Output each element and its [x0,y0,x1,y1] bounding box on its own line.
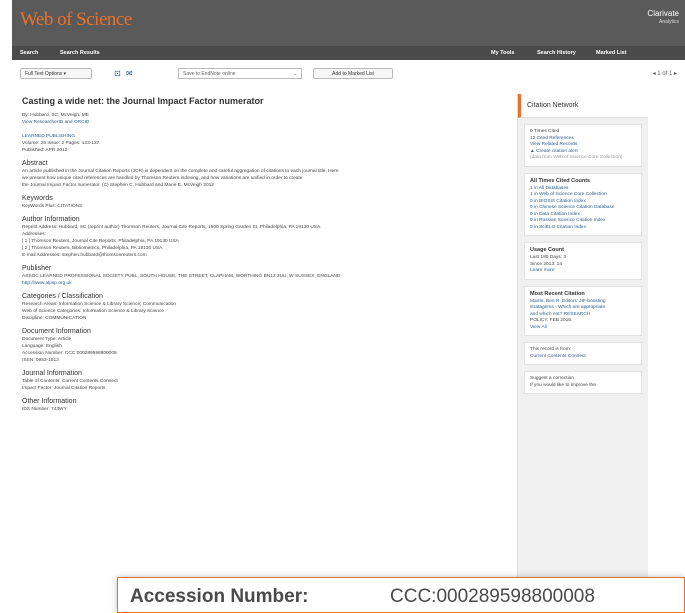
volume-info: Volume: 25 Issue: 2 Pages: 133-137 [22,141,100,146]
chevron-down-icon: ⌄ [292,71,297,77]
record-pager[interactable]: ◂ 1 of 1 ▸ [653,70,677,77]
callout-value: CCC:000289598800008 [390,586,595,607]
all-counts-box: All Times Cited Counts 1 in All Database… [524,172,642,236]
published-date: Published: APR 2012 [22,148,68,153]
other-info-heading: Other Information [22,398,77,405]
ids-number: IDS Number: 743WY [22,407,67,412]
view-all-link[interactable]: View All [530,325,636,332]
abstract-line: An article published in the Journal Cita… [22,169,339,174]
view-researcher-link[interactable]: View ResearcherID and ORCID [22,119,512,126]
impact-factor[interactable]: Impact Factor: Journal Citation Reports [22,385,512,392]
citation-sidebar: Citation Network 0 Times Cited 12 Cited … [517,94,648,613]
learn-more-link[interactable]: Learn more [530,268,636,275]
abstract-heading: Abstract [22,160,48,167]
author-info-heading: Author Information [22,216,80,223]
record-from-link[interactable]: Current Contents Connect [530,354,636,361]
issn: ISSN: 0953-1513 [22,358,59,363]
brand-sub: Analytics [658,19,679,25]
accession-number: Accession Number: CCC:000289598800008 [22,351,117,356]
wos-categories: Web of Science Categories: Information S… [22,309,165,314]
publisher-address: ASSOC LEARNED PROFESSIONAL SOCIETY PUBL,… [22,274,341,279]
record-detail: Casting a wide net: the Journal Impact F… [22,92,512,413]
nav-marked-list[interactable]: Marked List [596,50,627,56]
nav-my-tools[interactable]: My Tools [491,50,514,56]
abstract-line: we present how unique cited references a… [22,176,303,181]
sub-navigation: Search Search Results My Tools Search Hi… [12,46,685,60]
nav-search-history[interactable]: Search History [537,50,576,56]
brand-name: Clarivate [647,9,679,18]
publisher-link[interactable]: http://www.alpsp.org.uk [22,280,512,287]
authors[interactable]: By: Hubbard, SC; McVeigh, ME [22,112,512,119]
keywords-heading: Keywords [22,195,53,202]
discipline: Discipline: COMMUNICATION [22,316,87,321]
record-toolbar: Full Text Options ▾ ⊡ ✉ Save to EndNote … [20,68,685,80]
recent-citation-heading: Most Recent Citation [530,290,585,297]
save-select-value: Save to EndNote online [183,71,236,77]
callout-label: Accession Number: [130,586,309,607]
address-item: [ 1 ] Thomson Reuters, Journal Cite Repo… [22,239,179,244]
nav-search-results[interactable]: Search Results [60,50,100,56]
usage-count-box: Usage Count Last 180 Days: 3 Since 2013:… [524,242,642,280]
clarivate-logo[interactable]: Clarivate Analytics [647,10,679,26]
journal-info-heading: Journal Information [22,370,82,377]
save-icon[interactable]: ⊡ [114,69,121,78]
full-text-options-button[interactable]: Full Text Options ▾ [20,68,92,79]
count-item[interactable]: 0 in SciELO Citation Index [530,225,636,232]
keywords: KeyWords Plus: CITATIONS [22,204,83,209]
journal-name-link[interactable]: LEARNED PUBLISHING [22,133,512,140]
document-info-heading: Document Information [22,328,91,335]
reprint-address: Reprint Address: Hubbard, SC (reprint au… [22,225,322,230]
categories-heading: Categories / Classification [22,293,103,300]
save-to-select[interactable]: Save to EndNote online ⌄ [178,68,302,79]
language: Language: English [22,344,62,349]
addresses-label: Addresses: [22,232,46,237]
usage-heading: Usage Count [530,247,564,253]
email-addresses[interactable]: E-mail Addresses: stephen.hubbard@thomso… [22,252,512,259]
create-alert-label: Create citation alert [536,148,578,154]
add-to-marked-list-button[interactable]: Add to Marked List [313,68,393,79]
publisher-heading: Publisher [22,265,52,272]
suggest-correction-box: Suggest a correction If you would like t… [524,371,642,394]
abstract-line: the Journal Impact Factor numerator. (C)… [22,183,214,188]
suggest-text: If you would like to improve the [530,382,596,388]
all-counts-heading: All Times Cited Counts [530,177,591,184]
recent-citation-box: Most Recent Citation Martin, Ben R. Edit… [524,285,642,336]
accession-number-callout: Accession Number: CCC:000289598800008 [117,577,685,613]
research-areas: Research Areas: Information Science & Li… [22,302,177,307]
nav-search[interactable]: Search [20,50,38,56]
email-icon[interactable]: ✉ [126,69,133,78]
citation-network-heading: Citation Network [518,94,648,118]
address-item: [ 2 ] Thomson Reuters, Bibliometrics, Ph… [22,246,163,251]
table-of-contents[interactable]: Table of Contents: Current Contents Conn… [22,378,512,385]
record-source-box: This record is from: Current Contents Co… [524,342,642,365]
record-title: Casting a wide net: the Journal Impact F… [22,96,264,106]
citation-summary-box: 0 Times Cited 12 Cited References View R… [524,124,642,167]
alert-note: (data from Web of Science Core Collectio… [530,155,623,160]
app-header: Web of Science Clarivate Analytics [12,0,685,46]
document-type: Document Type: Article [22,337,72,342]
wos-logo[interactable]: Web of Science [20,9,132,31]
